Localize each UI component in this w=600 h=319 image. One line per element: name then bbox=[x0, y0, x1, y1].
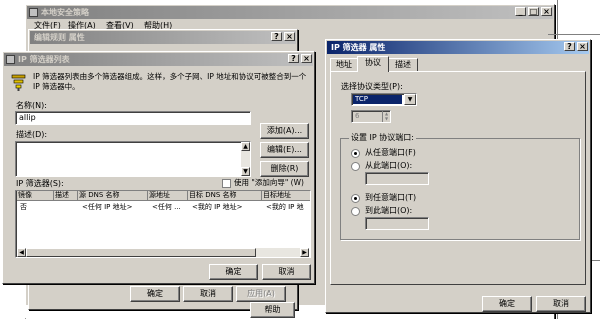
scroll-down-arrow[interactable]: ▼ bbox=[241, 167, 250, 176]
protocol-type-selected: TCP bbox=[353, 95, 402, 104]
protocol-type-value: TCP bbox=[355, 95, 368, 103]
ip-filters-table: 镜像 描述 源 DNS 名称 源地址 目标 DNS 名称 目标地址 否 <任何 … bbox=[15, 190, 311, 258]
ip-filter-list-help-button[interactable]: ? bbox=[288, 54, 299, 63]
name-field[interactable]: allip bbox=[15, 111, 251, 125]
edit-rule-apply-button[interactable]: 应用(A) bbox=[236, 286, 286, 302]
to-this-port-label: 到此端口(O): bbox=[365, 206, 413, 215]
ip-filter-list-titlebar: IP 筛选器列表 bbox=[4, 53, 313, 66]
ip-filter-properties-window: IP 筛选器 属性 ? × 地址 协议 描述 选择协议类型(P): TCP ▼ … bbox=[325, 39, 591, 313]
ip-filter-properties-title: IP 筛选器 属性 bbox=[331, 43, 386, 52]
use-wizard-checkbox[interactable] bbox=[222, 179, 231, 188]
maximize-button[interactable]: □ bbox=[528, 7, 539, 16]
edit-rule-title: 编辑规则 属性 bbox=[34, 33, 85, 42]
ip-filter-list-close-button[interactable]: × bbox=[301, 54, 312, 63]
edit-filter-button[interactable]: 编辑(E)... bbox=[260, 142, 309, 158]
to-any-port-radio[interactable] bbox=[351, 194, 360, 203]
ports-groupbox: 设置 IP 协议端口: 从任意端口(F) 从此端口(O): 到任意端口(T) 到… bbox=[340, 133, 580, 240]
ip-filters-label: IP 筛选器(S): bbox=[16, 179, 64, 188]
table-scroll-right-arrow[interactable]: ▶ bbox=[300, 248, 309, 257]
description-field[interactable]: ▲ ▼ bbox=[15, 141, 251, 177]
row1-src-addr[interactable]: <任何 ... bbox=[152, 203, 188, 212]
to-any-port-label: 到任意端口(T) bbox=[365, 193, 417, 202]
description-scrollbar[interactable]: ▲ ▼ bbox=[241, 142, 250, 176]
description-label: 描述(D): bbox=[16, 130, 48, 139]
from-any-port-radio[interactable] bbox=[351, 149, 360, 158]
tab-page: 选择协议类型(P): TCP ▼ 6 ▲ ▼ 设置 IP 协议端口: 从任意端口(… bbox=[330, 71, 586, 285]
remove-filter-button[interactable]: 删除(R) bbox=[260, 161, 309, 177]
protocol-type-dropdown[interactable]: TCP ▼ bbox=[351, 93, 417, 106]
to-this-port-radio[interactable] bbox=[351, 207, 360, 216]
dropdown-arrow-icon[interactable]: ▼ bbox=[404, 94, 416, 105]
row1-mirror[interactable]: 否 bbox=[20, 203, 27, 212]
ip-filter-list-title: IP 筛选器列表 bbox=[18, 55, 70, 64]
edit-rule-close-button[interactable]: × bbox=[284, 32, 295, 41]
tab-description[interactable]: 描述 bbox=[388, 58, 418, 72]
col-src-addr[interactable]: 源地址 bbox=[148, 191, 188, 201]
row1-dst-addr[interactable]: <我的 IP 地 bbox=[266, 203, 310, 212]
filter-props-ok-button[interactable]: 确定 bbox=[482, 296, 532, 312]
edit-rule-help-text-button[interactable]: 帮助 bbox=[250, 302, 295, 318]
ip-filter-properties-close-button[interactable]: × bbox=[577, 42, 588, 51]
to-port-field[interactable] bbox=[365, 217, 429, 230]
col-description[interactable]: 描述 bbox=[54, 191, 78, 201]
table-scroll-left-arrow[interactable]: ◀ bbox=[17, 248, 26, 257]
close-button[interactable]: × bbox=[541, 7, 552, 16]
add-filter-button[interactable]: 添加(A)... bbox=[260, 123, 309, 139]
tab-strip: 地址 协议 描述 bbox=[330, 56, 586, 72]
edit-rule-help-button[interactable]: ? bbox=[271, 32, 282, 41]
edit-rule-titlebar: 编辑规则 属性 bbox=[30, 31, 296, 44]
filter-list-cancel-button[interactable]: 取消 bbox=[262, 264, 311, 280]
local-security-policy-titlebar: 本地安全策略 bbox=[27, 6, 553, 19]
from-this-port-label: 从此端口(O): bbox=[365, 161, 413, 170]
col-mirror[interactable]: 镜像 bbox=[17, 191, 54, 201]
spinner-arrows[interactable]: ▲ ▼ bbox=[382, 111, 390, 122]
row1-src-dns[interactable]: <任何 IP 地址> bbox=[82, 203, 132, 212]
filter-list-description: IP 筛选器列表由多个筛选器组成。这样，多个子网、IP 地址和协议可被整合到一个… bbox=[33, 72, 307, 91]
tab-address[interactable]: 地址 bbox=[330, 58, 358, 72]
protocol-number-value: 6 bbox=[355, 112, 360, 120]
filter-funnel-icon bbox=[11, 74, 27, 92]
tab-protocol[interactable]: 协议 bbox=[357, 56, 389, 72]
name-label: 名称(N): bbox=[16, 101, 47, 110]
protocol-type-label: 选择协议类型(P): bbox=[341, 82, 403, 91]
minimize-button[interactable]: _ bbox=[515, 7, 526, 16]
from-port-field[interactable] bbox=[365, 172, 429, 185]
ip-filter-list-window: IP 筛选器列表 ? × IP 筛选器列表由多个筛选器组成。这样，多个子网、IP… bbox=[2, 51, 315, 284]
row1-dst-dns[interactable]: <我的 IP 地址> bbox=[192, 203, 242, 212]
scroll-up-arrow[interactable]: ▲ bbox=[241, 142, 250, 151]
desktop-line-1 bbox=[548, 34, 600, 35]
name-field-value: allip bbox=[19, 113, 36, 122]
edit-rule-ok-button[interactable]: 确定 bbox=[130, 286, 180, 302]
window-title: 本地安全策略 bbox=[41, 8, 89, 17]
col-dst-dns[interactable]: 目标 DNS 名称 bbox=[188, 191, 262, 201]
table-hscrollbar[interactable]: ◀ ▶ bbox=[17, 248, 309, 257]
filter-list-ok-button[interactable]: 确定 bbox=[209, 264, 258, 280]
filter-list-icon bbox=[6, 55, 15, 64]
col-src-dns[interactable]: 源 DNS 名称 bbox=[78, 191, 148, 201]
filter-props-cancel-button[interactable]: 取消 bbox=[536, 296, 586, 312]
protocol-number-spinner[interactable]: 6 ▲ ▼ bbox=[351, 110, 391, 123]
app-icon bbox=[29, 8, 38, 17]
col-dst-addr[interactable]: 目标地址 bbox=[262, 191, 310, 201]
ip-filter-properties-help-button[interactable]: ? bbox=[564, 42, 575, 51]
ip-filter-properties-titlebar: IP 筛选器 属性 bbox=[327, 41, 589, 54]
from-any-port-label: 从任意端口(F) bbox=[365, 148, 416, 157]
table-scroll-thumb[interactable] bbox=[26, 248, 256, 257]
use-wizard-label: 使用 "添加向导" (W) bbox=[234, 178, 304, 187]
edit-rule-cancel-button[interactable]: 取消 bbox=[183, 286, 233, 302]
ports-group-title: 设置 IP 协议端口: bbox=[349, 133, 416, 143]
from-this-port-radio[interactable] bbox=[351, 162, 360, 171]
